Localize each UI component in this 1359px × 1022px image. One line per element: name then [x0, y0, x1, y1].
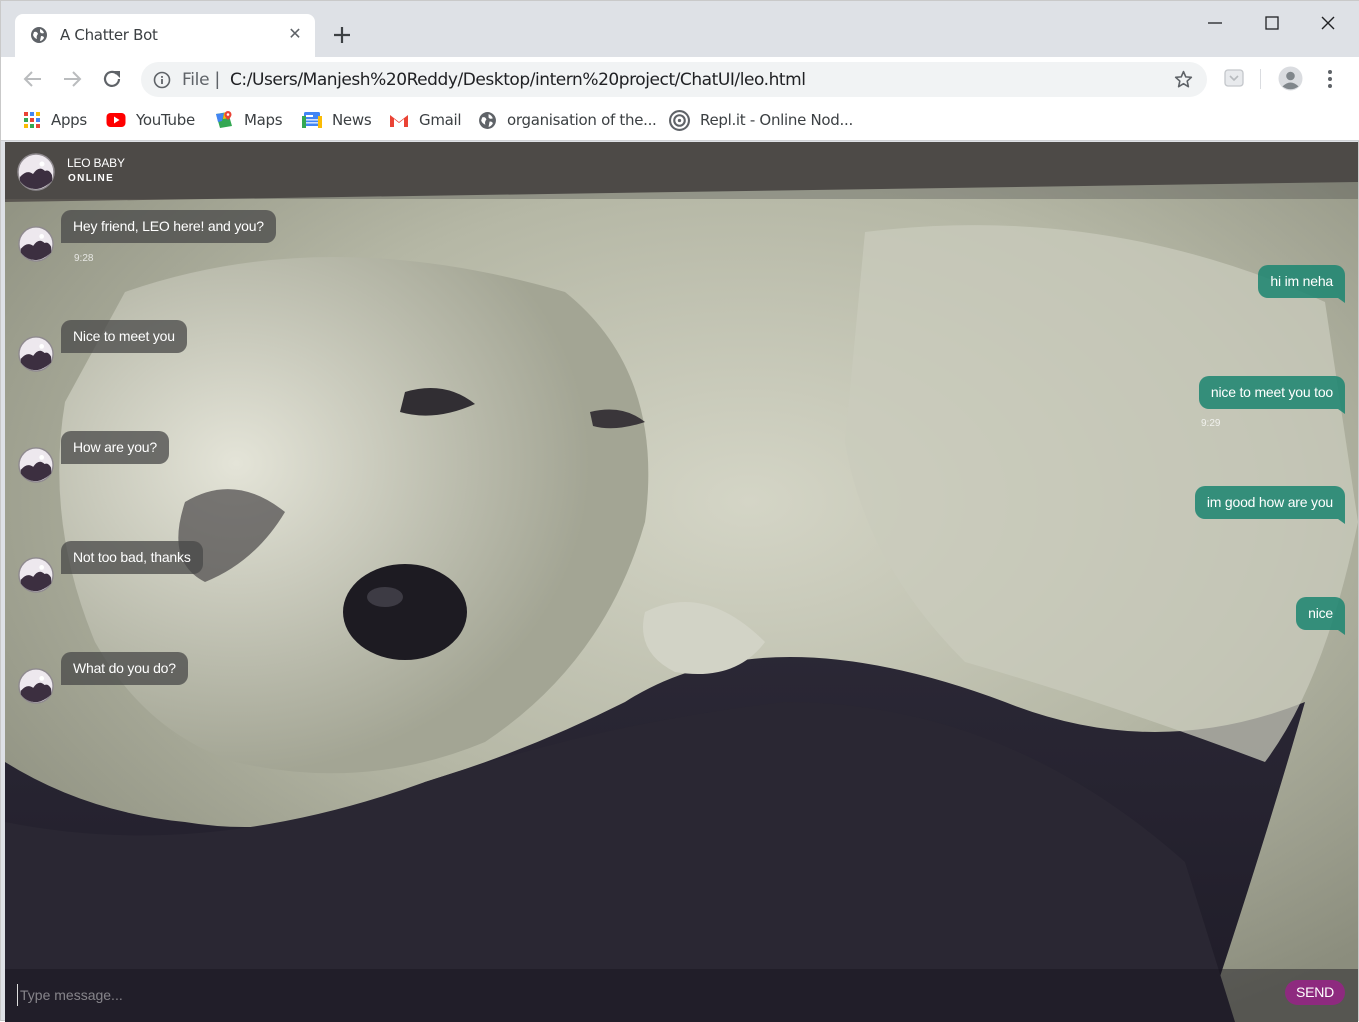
reload-icon[interactable] — [100, 67, 124, 91]
tab-a-chatter-bot[interactable]: A Chatter Bot ✕ — [15, 14, 315, 57]
message-timestamp: 9:29 — [1201, 418, 1221, 429]
message-input[interactable] — [17, 984, 1267, 1006]
bot-message: Hey friend, LEO here! and you? — [61, 210, 276, 243]
info-icon[interactable] — [153, 71, 171, 89]
bot-name: LEO BABY — [67, 156, 125, 170]
bot-avatar-icon — [18, 336, 54, 372]
background-photo-dog — [5, 142, 1358, 1022]
bookmark-label: organisation of the... — [507, 111, 657, 129]
bookmark-label: Apps — [51, 111, 87, 129]
apps-grid-icon — [24, 112, 40, 128]
close-tab-icon[interactable]: ✕ — [285, 25, 305, 45]
url-scheme-separator: | — [215, 69, 220, 89]
address-bar[interactable]: File | C:/Users/Manjesh%20Reddy/Desktop/… — [141, 62, 1207, 97]
user-message: im good how are you — [1194, 486, 1346, 524]
user-message: hi im neha — [1258, 265, 1345, 303]
tab-title: A Chatter Bot — [60, 26, 158, 44]
bookmark-organisation[interactable]: organisation of the... — [478, 109, 657, 131]
back-arrow-icon[interactable] — [21, 67, 45, 91]
bookmark-star-icon[interactable] — [1173, 69, 1194, 90]
maximize-icon[interactable] — [1257, 9, 1287, 37]
new-tab-plus-icon[interactable] — [329, 22, 355, 48]
bot-message: Not too bad, thanks — [61, 541, 203, 574]
chat-page: LEO BABY ONLINE Hey friend, LEO here! an… — [5, 142, 1358, 1022]
kebab-menu-icon[interactable] — [1320, 67, 1340, 91]
bot-avatar-icon — [18, 668, 54, 704]
user-message: nice — [1296, 597, 1345, 635]
send-button[interactable]: SEND — [1285, 980, 1345, 1005]
bot-message: How are you? — [61, 431, 169, 464]
globe-icon — [31, 27, 47, 43]
chat-header: LEO BABY ONLINE — [5, 142, 1358, 199]
youtube-icon — [106, 113, 126, 127]
bookmarks-bar: Apps YouTube Maps News Gmail organisatio… — [1, 101, 1359, 141]
bookmark-maps[interactable]: Maps — [214, 109, 283, 131]
message-composer: SEND — [5, 969, 1358, 1022]
bot-message: Nice to meet you — [61, 320, 187, 353]
bookmark-gmail[interactable]: Gmail — [389, 109, 462, 131]
bookmark-label: News — [332, 111, 372, 129]
url-text[interactable]: C:/Users/Manjesh%20Reddy/Desktop/intern%… — [230, 70, 806, 90]
maps-icon — [216, 111, 232, 128]
bot-avatar-icon — [17, 153, 55, 191]
browser-toolbar: File | C:/Users/Manjesh%20Reddy/Desktop/… — [1, 57, 1359, 101]
bookmark-label: Maps — [244, 111, 283, 129]
bot-avatar-icon — [18, 226, 54, 262]
toolbar-separator — [1260, 69, 1261, 89]
bot-status: ONLINE — [68, 173, 115, 184]
url-scheme-label: File — [182, 70, 210, 90]
profile-avatar-icon[interactable] — [1278, 66, 1303, 91]
gmail-icon — [390, 115, 408, 127]
bookmark-label: Repl.it - Online Nod... — [700, 111, 853, 129]
replit-icon — [669, 109, 690, 131]
bookmark-label: YouTube — [136, 111, 195, 129]
bookmark-label: Gmail — [419, 111, 462, 129]
bookmark-apps[interactable]: Apps — [23, 109, 87, 131]
forward-arrow-icon[interactable] — [60, 67, 84, 91]
pocket-extension-icon[interactable] — [1223, 67, 1245, 89]
minimize-icon[interactable] — [1200, 9, 1230, 37]
bot-avatar-icon — [18, 447, 54, 483]
browser-window: A Chatter Bot ✕ File | C:/Users/Manjesh%… — [0, 0, 1359, 1022]
bot-message: What do you do? — [61, 652, 188, 685]
bookmark-youtube[interactable]: YouTube — [106, 109, 195, 131]
tab-strip: A Chatter Bot ✕ — [1, 1, 1359, 57]
close-window-icon[interactable] — [1313, 9, 1343, 37]
bookmark-replit[interactable]: Repl.it - Online Nod... — [669, 109, 853, 131]
globe-icon — [479, 111, 496, 129]
news-icon — [302, 112, 322, 128]
bookmark-news[interactable]: News — [302, 109, 372, 131]
message-timestamp: 9:28 — [74, 253, 94, 264]
bot-avatar-icon — [18, 557, 54, 593]
user-message: nice to meet you too — [1198, 376, 1346, 414]
